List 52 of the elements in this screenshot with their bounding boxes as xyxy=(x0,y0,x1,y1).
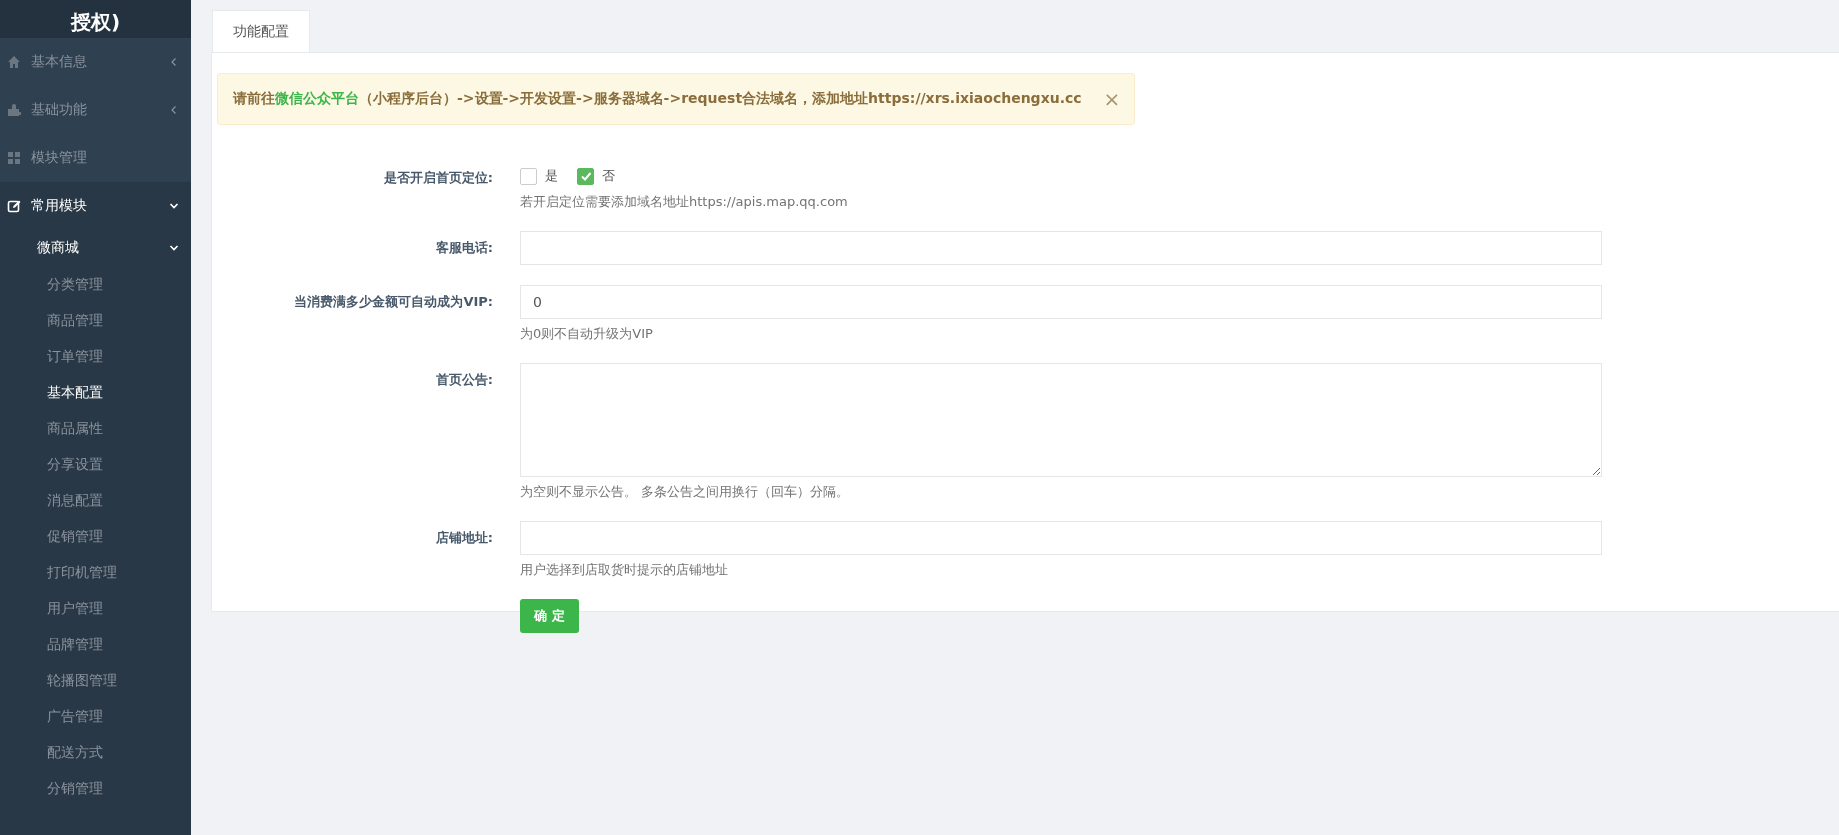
sidebar-item[interactable]: 分销管理 xyxy=(0,770,191,806)
sidebar-item[interactable]: 分享设置 xyxy=(0,446,191,482)
link[interactable]: 微信公众平台 xyxy=(275,90,359,106)
sidebar-item[interactable]: 微商城 xyxy=(0,230,191,266)
grid-icon xyxy=(7,151,21,165)
option-label: 是 xyxy=(545,167,558,185)
sidebar-item[interactable]: 基本信息 xyxy=(0,38,191,86)
sidebar-item[interactable]: 用户管理 xyxy=(0,590,191,626)
chevron-down-icon xyxy=(169,243,179,253)
sidebar-item[interactable]: 基础功能 xyxy=(0,86,191,134)
sidebar-item[interactable]: 配送方式 xyxy=(0,734,191,770)
field-label: 客服电话: xyxy=(434,239,494,257)
chevron-down-icon xyxy=(169,201,179,211)
tab[interactable]: 功能配置 xyxy=(212,10,310,52)
puzzle-icon xyxy=(7,103,21,117)
sidebar-item[interactable]: 消息配置 xyxy=(0,482,191,518)
option-label: 否 xyxy=(602,167,615,185)
confirm-button[interactable]: 确 定 xyxy=(520,599,579,633)
field-label: 首页公告: xyxy=(434,371,494,389)
text-area[interactable] xyxy=(520,363,1602,477)
sidebar-item[interactable]: 基本配置 xyxy=(0,374,191,410)
input-field[interactable]: 0 xyxy=(520,285,1602,319)
help-text: 用户选择到店取货时提示的店铺地址 xyxy=(520,561,729,579)
chevron-left-icon xyxy=(169,57,179,67)
input-field[interactable] xyxy=(520,521,1602,555)
check-icon xyxy=(579,170,592,182)
field-label: 店铺地址: xyxy=(434,529,494,547)
sidebar-item[interactable]: 商品管理 xyxy=(0,302,191,338)
checkbox[interactable] xyxy=(577,167,594,185)
sidebar-item[interactable]: 轮播图管理 xyxy=(0,662,191,698)
logo-text: 授权) xyxy=(70,10,121,34)
home-icon xyxy=(7,55,21,69)
sidebar-item[interactable]: 广告管理 xyxy=(0,698,191,734)
edit-icon xyxy=(7,199,21,213)
checkbox[interactable] xyxy=(520,167,537,185)
sidebar-item[interactable]: 分类管理 xyxy=(0,266,191,302)
sidebar-item[interactable]: 促销管理 xyxy=(0,518,191,554)
field-label: 当消费满多少金额可自动成为VIP: xyxy=(293,293,494,311)
help-text: 为空则不显示公告。 多条公告之间用换行（回车）分隔。 xyxy=(520,483,851,501)
field-label: 是否开启首页定位: xyxy=(382,169,494,187)
sidebar-item[interactable]: 订单管理 xyxy=(0,338,191,374)
sidebar-item[interactable]: 常用模块 xyxy=(0,182,191,230)
chevron-left-icon xyxy=(169,105,179,115)
help-text: 若开启定位需要添加域名地址https://apis.map.qq.com xyxy=(520,193,849,211)
sidebar-item[interactable]: 商品属性 xyxy=(0,410,191,446)
alert-message: 请前往微信公众平台（小程序后台）->设置->开发设置->服务器域名->request合法域名，添加地址https://xrs.ixiaochengxu.cc xyxy=(233,90,1082,108)
sidebar-item[interactable]: 打印机管理 xyxy=(0,554,191,590)
help-text: 为0则不自动升级为VIP xyxy=(520,325,654,343)
sidebar-item[interactable]: 品牌管理 xyxy=(0,626,191,662)
input-field[interactable] xyxy=(520,231,1602,265)
close-button[interactable]: × xyxy=(1103,87,1121,111)
sidebar-item[interactable]: 模块管理 xyxy=(0,134,191,182)
